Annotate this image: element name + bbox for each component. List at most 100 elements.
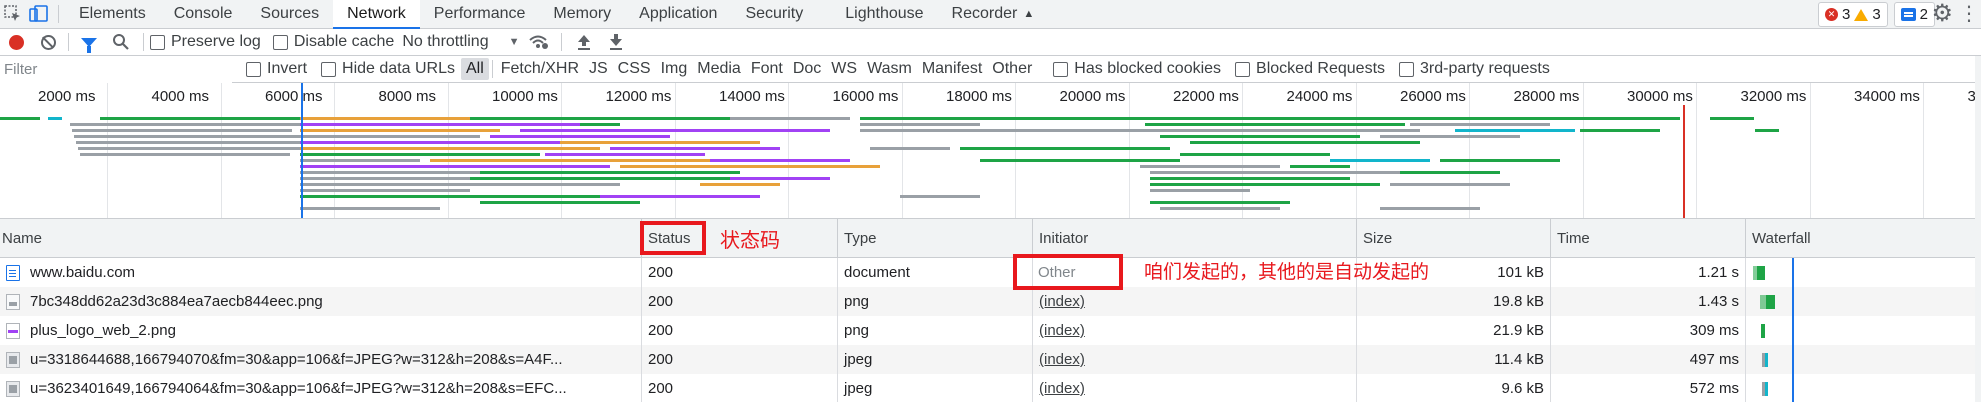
tab-sources[interactable]: Sources [246,0,333,28]
vertical-scrollbar[interactable] [1975,56,1981,402]
status-cell: 200 [642,345,838,374]
tab-elements[interactable]: Elements [65,0,160,28]
request-name-cell[interactable]: www.baidu.com [0,258,642,287]
errors-warnings-counter[interactable]: ✕ 3 3 [1817,2,1888,27]
tab-performance[interactable]: Performance [420,0,540,28]
initiator-link[interactable]: (index) [1033,345,1357,374]
more-options-icon[interactable]: ⋮ [1959,2,1979,26]
overview-request-bar [300,141,560,144]
flask-icon: ▲ [1023,8,1035,20]
table-row[interactable]: plus_logo_web_2.png 200 png (index) 21.9… [0,316,1981,345]
request-name-cell[interactable]: 7bc348dd62a23d3c884ea7aecb844eec.png [0,287,642,316]
blocked-requests-label: Blocked Requests [1256,60,1386,77]
type-filter-fetch-xhr[interactable]: Fetch/XHR [496,58,584,80]
waterfall-download-bar [1765,382,1768,396]
type-filter-img[interactable]: Img [656,58,693,80]
overview-request-bar [470,177,730,180]
table-row[interactable]: www.baidu.com 200 document Other 101 kB … [0,258,1981,287]
overview-tick-label: 18000 ms [946,88,1012,105]
overview-tick-label: 2000 ms [38,88,96,105]
table-row[interactable]: u=3623401649,166794064&fm=30&app=106&f=J… [0,374,1981,402]
request-name-cell[interactable]: plus_logo_web_2.png [0,316,642,345]
initiator-link[interactable]: (index) [1033,316,1357,345]
overview-gridline [1355,83,1357,218]
column-header-name[interactable]: Name [0,219,642,258]
overview-tick-label: 14000 ms [719,88,785,105]
request-name-cell[interactable]: u=3318644688,166794070&fm=30&app=106&f=J… [0,345,642,374]
overview-request-bar [1400,171,1500,174]
blocked-requests-checkbox[interactable]: Blocked Requests [1235,60,1385,78]
request-name-cell[interactable]: u=3623401649,166794064&fm=30&app=106&f=J… [0,374,642,402]
throttling-select[interactable]: No throttling ▼ [402,33,519,51]
third-party-requests-box[interactable] [1399,61,1415,77]
export-har-button[interactable] [600,29,632,56]
filter-input[interactable] [0,55,232,83]
overview-request-bar [1380,135,1520,138]
has-blocked-cookies-box[interactable] [1053,61,1069,77]
preserve-log-box[interactable] [150,34,165,50]
overview-request-bar [300,153,540,156]
import-har-button[interactable] [568,29,600,56]
type-filter-other[interactable]: Other [987,58,1037,80]
overview-request-bar [300,117,470,120]
type-filter-doc[interactable]: Doc [788,58,826,80]
initiator-link[interactable]: (index) [1033,374,1357,402]
invert-checkbox[interactable]: Invert [246,60,307,78]
disable-cache-box[interactable] [272,34,288,50]
record-button[interactable] [0,29,32,56]
column-header-size[interactable]: Size [1357,219,1551,258]
column-header-type[interactable]: Type [838,219,1033,258]
upload-icon [578,35,591,50]
warning-icon [1854,8,1869,21]
type-filter-js[interactable]: JS [584,58,613,80]
type-filter-css[interactable]: CSS [613,58,656,80]
table-row[interactable]: u=3318644688,166794070&fm=30&app=106&f=J… [0,345,1981,374]
type-filter-wasm[interactable]: Wasm [862,58,917,80]
tab-security[interactable]: Security [731,0,817,28]
column-header-initiator[interactable]: Initiator [1033,219,1357,258]
initiator-link[interactable]: (index) [1033,287,1357,316]
type-filter-font[interactable]: Font [746,58,788,80]
tab-recorder[interactable]: Recorder ▲ [938,0,1049,28]
overview-tick-label: 10000 ms [492,88,558,105]
network-overview-timeline[interactable]: 2000 ms 4000 ms 6000 ms 8000 ms 10000 ms 1200… [0,83,1981,219]
tab-memory[interactable]: Memory [539,0,625,28]
hide-data-urls-checkbox[interactable]: Hide data URLs [321,60,455,78]
third-party-requests-checkbox[interactable]: 3rd-party requests [1399,60,1550,78]
hide-data-urls-box[interactable] [321,61,337,77]
tab-network[interactable]: Network [333,0,420,29]
tab-console[interactable]: Console [160,0,247,28]
overview-request-bar [580,123,620,126]
settings-gear-icon[interactable]: ⚙ [1931,1,1953,27]
column-header-waterfall[interactable]: Waterfall [1746,219,1981,258]
type-filter-media[interactable]: Media [692,58,746,80]
device-toolbar-icon[interactable] [26,0,52,28]
invert-box[interactable] [246,61,261,77]
inspect-element-icon[interactable] [0,0,26,28]
has-blocked-cookies-checkbox[interactable]: Has blocked cookies [1053,60,1221,78]
overview-request-bar [620,165,880,168]
type-filter-all[interactable]: All [460,58,489,80]
disable-cache-checkbox[interactable]: Disable cache [272,33,394,51]
tab-application[interactable]: Application [625,0,731,28]
size-cell: 19.8 kB [1357,287,1551,316]
messages-counter[interactable]: 2 [1893,2,1935,27]
tab-lighthouse[interactable]: Lighthouse [831,0,937,28]
preserve-log-checkbox[interactable]: Preserve log [150,33,261,51]
blocked-requests-box[interactable] [1235,61,1251,77]
clear-icon [40,34,56,50]
overview-request-bar [860,117,1680,120]
column-header-time[interactable]: Time [1551,219,1746,258]
status-annotation-text: 状态码 [720,228,780,252]
waterfall-cell [1746,345,1981,374]
table-row[interactable]: 7bc348dd62a23d3c884ea7aecb844eec.png 200… [0,287,1981,316]
tab-console-label: Console [173,5,233,22]
overview-gridline [1128,83,1130,218]
type-filter-ws[interactable]: WS [826,58,862,80]
search-button[interactable] [105,29,137,56]
network-conditions-button[interactable] [523,29,555,56]
overview-tick-label: 28000 ms [1513,88,1580,105]
filter-toggle-button[interactable] [73,29,105,56]
type-filter-manifest[interactable]: Manifest [917,58,987,80]
clear-button[interactable] [32,29,64,56]
